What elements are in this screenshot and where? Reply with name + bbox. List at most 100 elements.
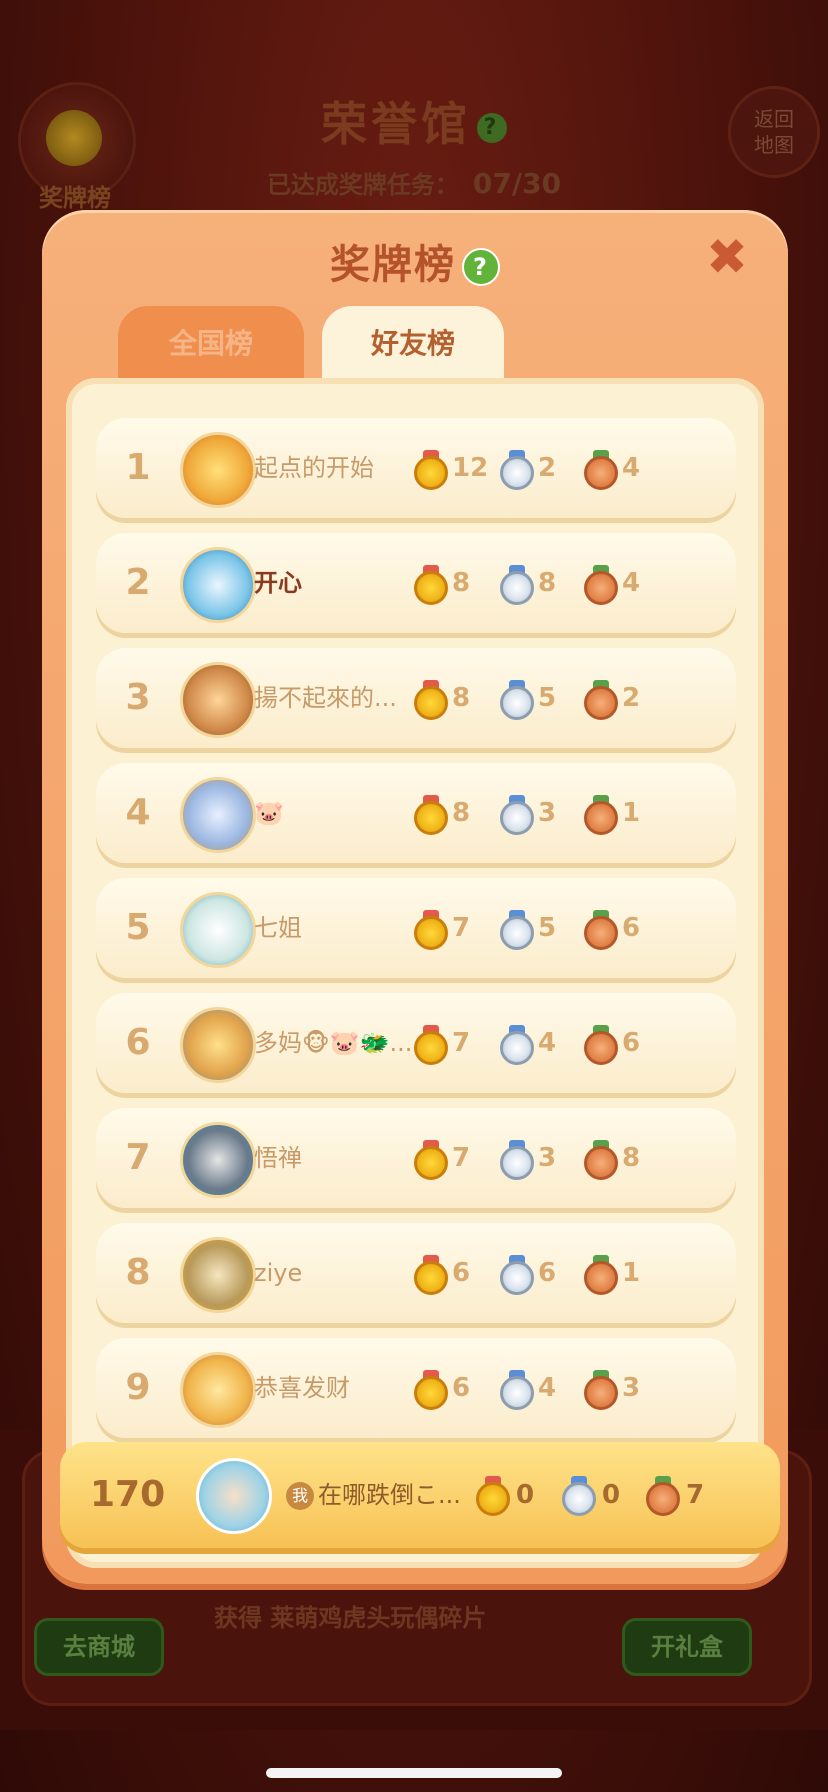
avatar-icon[interactable]: [180, 1122, 256, 1198]
avatar-icon[interactable]: [180, 777, 256, 853]
leaderboard-row[interactable]: 1 起点的开始 12 2 4: [96, 418, 736, 518]
home-indicator[interactable]: [266, 1768, 562, 1778]
silver-count: 2: [538, 453, 557, 483]
my-name: 在哪跌倒こ...: [318, 1481, 461, 1509]
gold-medal-icon: [414, 450, 448, 490]
bronze-medal-icon: [584, 1255, 618, 1295]
player-name: 起点的开始: [254, 454, 374, 482]
player-name: ziye: [254, 1259, 303, 1287]
avatar-icon[interactable]: [180, 1007, 256, 1083]
silver-count: 3: [538, 798, 557, 828]
gold-medal-icon: [414, 1255, 448, 1295]
leaderboard-row[interactable]: 7 悟禅 7 3 8: [96, 1108, 736, 1208]
my-rank: 170: [90, 1474, 166, 1515]
close-icon[interactable]: ✖: [702, 232, 752, 282]
leaderboard-list[interactable]: 1 起点的开始 12 2 4 2 开心 8 8 4 3 揚不起來的... 8 5 2 4 🐷 8 3 1 5 七姐 7 5 6 6…: [66, 378, 764, 1568]
rank-number: 3: [125, 677, 151, 718]
player-name: 🐷: [254, 799, 284, 827]
player-name: 开心: [254, 569, 302, 597]
open-gift-button: 开礼盒: [622, 1618, 752, 1676]
modal-title: 奖牌榜?: [42, 232, 788, 290]
silver-medal-icon: [562, 1476, 596, 1516]
help-icon[interactable]: ?: [462, 248, 500, 286]
my-rank-row: 170 我 在哪跌倒こ... 0 0 7: [60, 1442, 780, 1548]
gold-count: 8: [452, 798, 471, 828]
avatar-icon[interactable]: [180, 547, 256, 623]
player-name: 多妈🐵🐷🐲...: [254, 1029, 413, 1057]
bronze-medal-icon: [584, 1025, 618, 1065]
silver-count: 4: [538, 1373, 557, 1403]
silver-medal-icon: [500, 1025, 534, 1065]
player-name: 悟禅: [254, 1144, 302, 1172]
silver-count: 3: [538, 1143, 557, 1173]
gold-medal-icon: [414, 680, 448, 720]
bronze-count: 6: [622, 1028, 641, 1058]
leaderboard-row[interactable]: 6 多妈🐵🐷🐲... 7 4 6: [96, 993, 736, 1093]
back-to-map-button: 返回 地图: [728, 86, 820, 178]
gold-medal-icon: [476, 1476, 510, 1516]
bronze-medal-icon: [584, 910, 618, 950]
rank-number: 8: [125, 1252, 151, 1293]
gold-count: 12: [452, 453, 489, 483]
bronze-count: 2: [622, 683, 641, 713]
silver-medal-icon: [500, 910, 534, 950]
hall-title-text: 荣誉馆: [321, 97, 471, 151]
gold-medal-icon: [414, 1025, 448, 1065]
rank-number: 2: [125, 562, 151, 603]
gold-count: 8: [452, 568, 471, 598]
modal-title-text: 奖牌榜: [330, 242, 456, 288]
leaderboard-row[interactable]: 5 七姐 7 5 6: [96, 878, 736, 978]
bronze-count: 6: [622, 913, 641, 943]
bronze-medal-icon: [584, 680, 618, 720]
leaderboard-row[interactable]: 4 🐷 8 3 1: [96, 763, 736, 863]
gold-count: 7: [452, 1028, 471, 1058]
leaderboard-row[interactable]: 2 开心 8 8 4: [96, 533, 736, 633]
rank-number: 5: [125, 907, 151, 948]
background-help-icon: ?: [477, 112, 507, 143]
bronze-count: 1: [622, 798, 641, 828]
progress-label: 已达成奖牌任务：: [266, 171, 459, 199]
silver-medal-icon: [500, 1370, 534, 1410]
bronze-medal-icon: [584, 795, 618, 835]
gold-medal-icon: [414, 565, 448, 605]
leaderboard-row[interactable]: 8 ziye 6 6 1: [96, 1223, 736, 1323]
gold-count: 6: [452, 1258, 471, 1288]
silver-count: 5: [538, 913, 557, 943]
gold-medal-icon: [414, 1370, 448, 1410]
bronze-count: 3: [622, 1373, 641, 1403]
avatar-icon[interactable]: [180, 1352, 256, 1428]
gold-medal-icon: [414, 910, 448, 950]
bronze-medal-icon: [584, 450, 618, 490]
silver-count: 8: [538, 568, 557, 598]
silver-medal-icon: [500, 450, 534, 490]
bronze-count: 4: [622, 568, 641, 598]
bronze-medal-icon: [584, 1140, 618, 1180]
player-name: 揚不起來的...: [254, 684, 397, 712]
gold-medal-icon: [414, 1140, 448, 1180]
medal-board-label: 奖牌榜: [39, 184, 111, 212]
avatar-icon[interactable]: [180, 1237, 256, 1313]
bronze-count: 7: [686, 1480, 705, 1510]
player-name: 七姐: [254, 914, 302, 942]
avatar-icon[interactable]: [180, 662, 256, 738]
rank-number: 6: [125, 1022, 151, 1063]
rank-number: 9: [125, 1367, 151, 1408]
bronze-count: 1: [622, 1258, 641, 1288]
avatar-icon[interactable]: [180, 432, 256, 508]
silver-count: 5: [538, 683, 557, 713]
silver-medal-icon: [500, 565, 534, 605]
silver-count: 6: [538, 1258, 557, 1288]
bronze-count: 8: [622, 1143, 641, 1173]
silver-medal-icon: [500, 1140, 534, 1180]
gold-count: 0: [516, 1480, 535, 1510]
progress-value: 07/30: [472, 167, 562, 200]
rank-number: 7: [125, 1137, 151, 1178]
avatar-icon[interactable]: [180, 892, 256, 968]
leaderboard-row[interactable]: 3 揚不起來的... 8 5 2: [96, 648, 736, 748]
gold-medal-icon: [414, 795, 448, 835]
reward-text: 获得 莱萌鸡虎头玩偶碎片: [214, 1604, 487, 1632]
gold-count: 7: [452, 1143, 471, 1173]
silver-count: 4: [538, 1028, 557, 1058]
silver-medal-icon: [500, 1255, 534, 1295]
leaderboard-row[interactable]: 9 恭喜发财 6 4 3: [96, 1338, 736, 1438]
